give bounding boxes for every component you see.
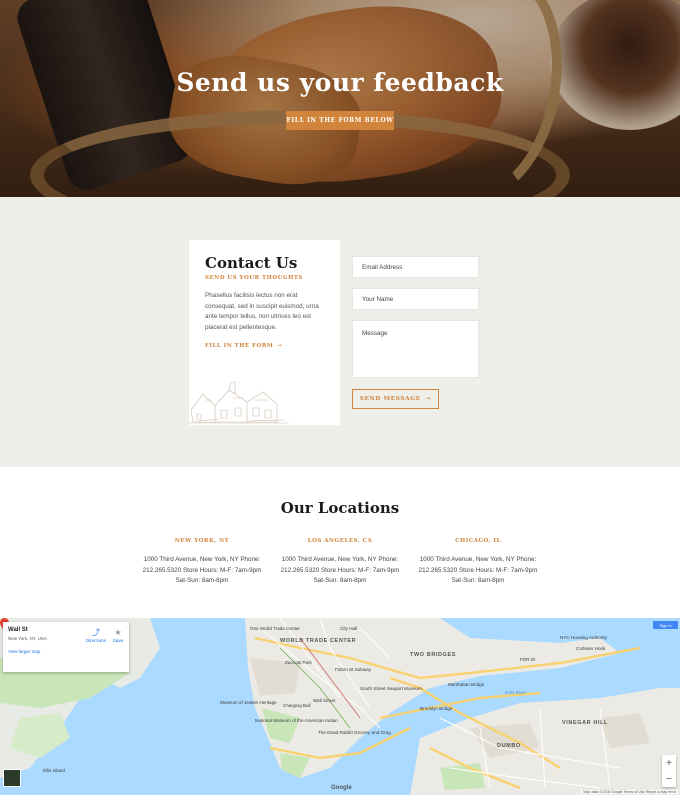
house-sketch-illustration [189,381,289,424]
locations-title: Our Locations [280,499,400,517]
fill-form-link[interactable]: FILL IN THE FORM → [205,343,283,349]
location-city: CHICAGO, IL [455,538,501,544]
send-message-label: SEND MESSAGE [359,396,421,402]
satellite-toggle[interactable] [3,769,21,787]
contact-section: Contact Us SEND US YOUR THOUGHTS Phasell… [0,197,680,467]
map-label-zuccotti: Zuccotti Park [285,660,312,665]
save-label: Save [112,638,124,643]
location-city: NEW YORK, NY [174,538,230,544]
map-label-museum-jewish: Museum of Jewish Heritage [220,700,277,705]
arrow-right-icon: → [425,396,432,402]
map-label-city-hall: City Hall [340,626,358,631]
contact-body: Phasellus facilisis lectus non erat cons… [205,292,319,331]
email-field[interactable] [352,256,479,278]
location-address: 1000 Third Avenue, New York, NY Phone: 2… [418,556,538,584]
location-item: NEW YORK, NY 1000 Third Avenue, New York… [137,538,267,587]
location-address: 1000 Third Avenue, New York, NY Phone: 2… [280,556,400,584]
map-place-subtitle: New York, NY, USA [8,636,47,641]
directions-icon: ⤴ [92,628,100,637]
map-label-corlears: Corlears Hook [576,646,606,651]
map-label-vinegar-hill: VINEGAR HILL [562,720,609,726]
map-label-nyc-housing: NYC Housing Authority [560,635,607,640]
locations-section: Our Locations NEW YORK, NY 1000 Third Av… [0,467,680,618]
fill-form-link-label: FILL IN THE FORM [205,343,274,349]
directions-label: Directions [85,638,106,643]
map-label-wall-st: Wall Street [313,698,336,703]
google-map[interactable]: WORLD TRADE CENTER TWO BRIDGES DUMBO VIN… [0,618,680,795]
star-icon: ★ [114,628,122,637]
name-field[interactable] [352,288,479,310]
map-label-fulton: Fulton St Subway [335,667,372,672]
fill-form-button[interactable]: FILL IN THE FORM BELOW [286,111,394,130]
map-sign-in-button[interactable]: Sign in [653,621,678,629]
arrow-right-icon: → [277,343,283,349]
location-city: LOS ANGELES, CA [307,538,373,544]
directions-button[interactable]: ⤴ Directions [85,628,107,643]
zoom-in-button[interactable]: + [662,755,676,771]
map-zoom-controls: + − [662,755,676,787]
location-item: CHICAGO, IL 1000 Third Avenue, New York,… [413,538,543,587]
map-label-world-trade: WORLD TRADE CENTER [280,638,357,644]
hero-overlay [0,0,680,197]
map-label-fdr: FDR Dr [520,657,536,662]
map-label-national-museum: National Museum of the American Indian [255,718,338,723]
contact-card: Contact Us SEND US YOUR THOUGHTS Phasell… [189,240,340,425]
map-label-manhattan-bridge: Manhattan Bridge [448,682,485,687]
map-label-east-river: East River [505,690,527,695]
map-label-ellis: Ellis Island [43,768,65,773]
map-label-one-wtc: One World Trade Center [250,626,300,631]
message-field[interactable] [352,320,479,378]
zoom-out-button[interactable]: − [662,771,676,787]
location-address: 1000 Third Avenue, New York, NY Phone: 2… [142,556,262,584]
send-message-button[interactable]: SEND MESSAGE → [352,389,439,409]
view-larger-map-link[interactable]: View larger map [8,649,40,654]
map-label-south-st: South Street Seaport Museum [360,686,422,691]
google-logo: Google [331,785,352,791]
save-place-button[interactable]: ★ Save [109,628,127,643]
map-label-charging-bull: Charging Bull [283,703,311,708]
hero-title: Send us your feedback [176,68,504,97]
map-label-brooklyn-bridge: Brooklyn Bridge [420,706,453,711]
contact-title: Contact Us [205,254,298,272]
map-label-dead-rabbit: The Dead Rabbit Grocery and Grog [318,730,391,735]
map-label-two-bridges: TWO BRIDGES [410,652,457,658]
map-attribution[interactable]: Map data ©2018 Google Terms of Use Repor… [581,790,678,794]
map-label-dumbo: DUMBO [497,743,521,749]
contact-subtitle: SEND US YOUR THOUGHTS [205,275,303,281]
map-place-title: Wall St [8,627,28,633]
hero-banner: Send us your feedback FILL IN THE FORM B… [0,0,680,197]
location-item: LOS ANGELES, CA 1000 Third Avenue, New Y… [275,538,405,587]
map-place-card: Wall St New York, NY, USA View larger ma… [3,622,129,672]
